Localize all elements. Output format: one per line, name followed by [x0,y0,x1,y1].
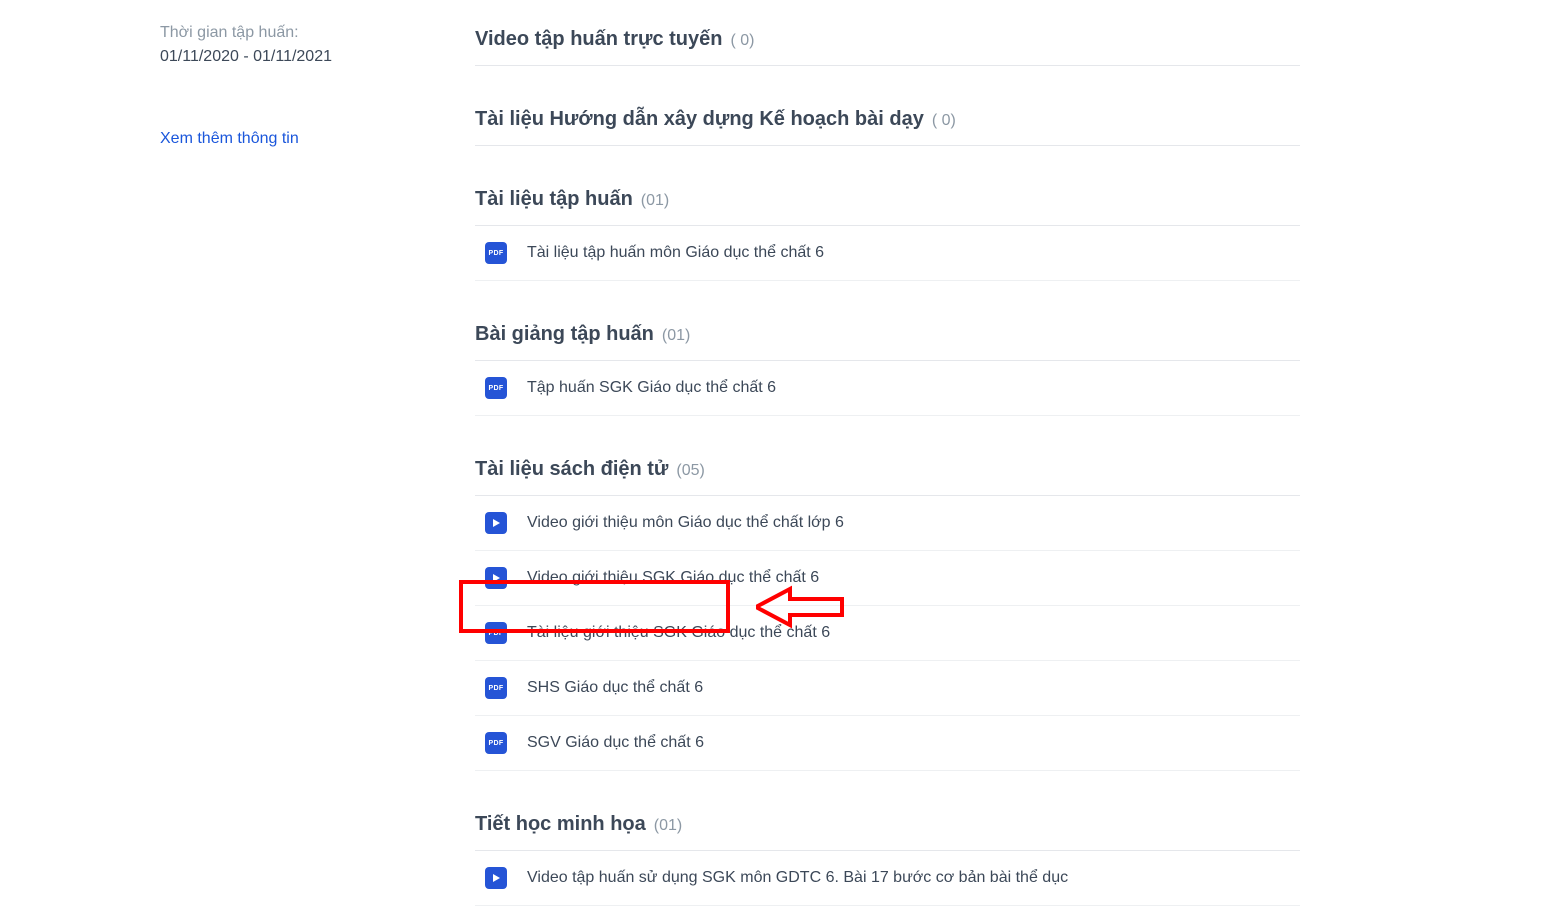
pdf-icon: PDF [485,242,507,264]
video-icon [485,567,507,589]
section-count: ( 0) [932,112,956,130]
pdf-icon: PDF [485,377,507,399]
resource-item-label: Tài liệu tập huấn môn Giáo dục thể chất … [527,244,824,262]
resource-item[interactable]: PDF SGV Giáo dục thể chất 6 [475,716,1300,771]
section-header[interactable]: Tài liệu sách điện tử (05) [475,444,1300,496]
resource-item[interactable]: Video giới thiệu SGK Giáo dục thể chất 6 [475,551,1300,606]
section-title: Tài liệu tập huấn [475,188,633,211]
section-header[interactable]: Tài liệu tập huấn (01) [475,174,1300,226]
pdf-icon: PDF [485,622,507,644]
resource-item-label: Video giới thiệu SGK Giáo dục thể chất 6 [527,569,819,587]
section-header[interactable]: Bài giảng tập huấn (01) [475,309,1300,361]
resource-item[interactable]: Video tập huấn sử dụng SGK môn GDTC 6. B… [475,851,1300,906]
resource-item-label: Video tập huấn sử dụng SGK môn GDTC 6. B… [527,869,1068,887]
more-info-link[interactable]: Xem thêm thông tin [160,130,445,148]
section-count: (01) [641,192,669,210]
resource-item-label: Tập huấn SGK Giáo dục thể chất 6 [527,379,776,397]
training-time-value: 01/11/2020 - 01/11/2021 [160,48,445,66]
section-title: Tài liệu sách điện tử [475,458,668,481]
resource-item-label: SGV Giáo dục thể chất 6 [527,734,704,752]
section-count: (01) [662,327,690,345]
section-title: Tài liệu Hướng dẫn xây dựng Kế hoạch bài… [475,108,924,131]
section-count: (01) [654,817,682,835]
section-count: ( 0) [730,32,754,50]
pdf-icon: PDF [485,732,507,754]
main-content: Video tập huấn trực tuyến ( 0) Tài liệu Hư… [475,24,1300,906]
section-header[interactable]: Tiết học minh họa (01) [475,799,1300,851]
resource-item-label: SHS Giáo dục thể chất 6 [527,679,703,697]
resource-item[interactable]: PDF SHS Giáo dục thể chất 6 [475,661,1300,716]
resource-item-label: Video giới thiệu môn Giáo dục thể chất l… [527,514,844,532]
section-count: (05) [676,462,704,480]
training-time-label: Thời gian tập huấn: [160,24,445,42]
section-header[interactable]: Tài liệu Hướng dẫn xây dựng Kế hoạch bài… [475,94,1300,146]
resource-item[interactable]: Video giới thiệu môn Giáo dục thể chất l… [475,496,1300,551]
section-header[interactable]: Video tập huấn trực tuyến ( 0) [475,24,1300,66]
pdf-icon: PDF [485,677,507,699]
resource-item[interactable]: PDF Tập huấn SGK Giáo dục thể chất 6 [475,361,1300,416]
section-title: Video tập huấn trực tuyến [475,28,722,51]
sidebar: Thời gian tập huấn: 01/11/2020 - 01/11/2… [160,24,445,148]
resource-item-label: Tài liệu giới thiệu SGK Giáo dục thể chấ… [527,624,830,642]
video-icon [485,867,507,889]
section-title: Tiết học minh họa [475,813,646,836]
resource-item[interactable]: PDF Tài liệu tập huấn môn Giáo dục thể ch… [475,226,1300,281]
section-title: Bài giảng tập huấn [475,323,654,346]
video-icon [485,512,507,534]
resource-item[interactable]: PDF Tài liệu giới thiệu SGK Giáo dục thể … [475,606,1300,661]
